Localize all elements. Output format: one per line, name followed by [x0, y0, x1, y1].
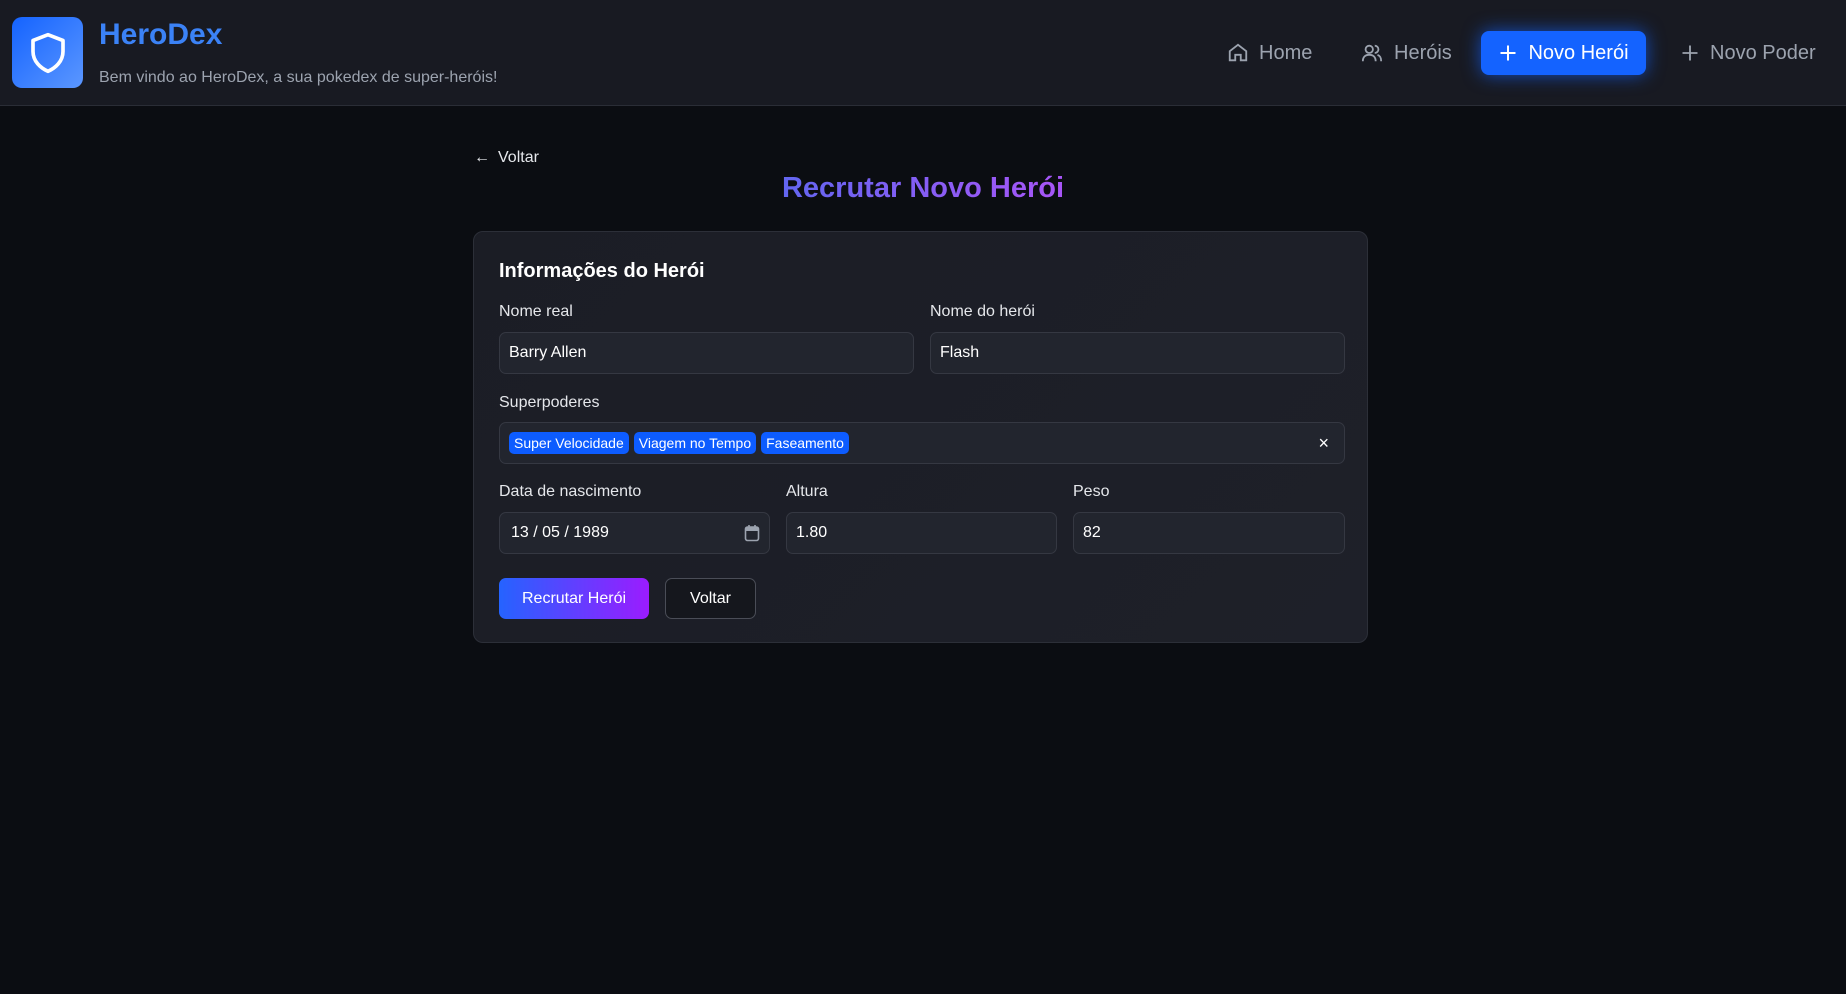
powers-multiselect[interactable]: Super Velocidade Viagem no Tempo Faseame… — [499, 422, 1345, 464]
users-icon — [1361, 44, 1383, 62]
nav-label: Home — [1259, 41, 1313, 64]
birth-label: Data de nascimento — [499, 483, 642, 500]
height-input[interactable]: 1.80 — [786, 512, 1057, 554]
birth-date-input[interactable]: 13 / 05 / 1989 — [499, 512, 770, 554]
nav-home[interactable]: Home — [1213, 31, 1326, 75]
home-icon — [1228, 43, 1248, 62]
hero-name-label: Nome do herói — [930, 303, 1035, 320]
power-chip[interactable]: Faseamento — [761, 432, 849, 454]
app-tagline: Bem vindo ao HeroDex, a sua pokedex de s… — [99, 69, 498, 86]
cancel-button[interactable]: Voltar — [665, 578, 756, 619]
height-label: Altura — [786, 483, 828, 500]
hero-name-input[interactable]: Flash — [930, 332, 1345, 374]
arrow-left-icon: ← — [474, 149, 490, 166]
birth-value: 13 / 05 / 1989 — [511, 524, 609, 541]
nav-label: Novo Poder — [1710, 41, 1816, 64]
nav-novo-heroi[interactable]: Novo Herói — [1481, 31, 1646, 75]
nav-label: Novo Herói — [1528, 41, 1629, 64]
back-label: Voltar — [498, 149, 539, 166]
weight-label: Peso — [1073, 483, 1110, 500]
form-heading: Informações do Herói — [499, 260, 705, 282]
hero-form-card: Informações do Herói Nome real Barry All… — [473, 231, 1368, 643]
nav-herois[interactable]: Heróis — [1346, 31, 1466, 75]
calendar-icon[interactable] — [744, 524, 760, 542]
nav-label: Heróis — [1394, 41, 1452, 64]
plus-icon — [1682, 45, 1698, 61]
powers-label: Superpoderes — [499, 394, 600, 411]
recruit-hero-button[interactable]: Recrutar Herói — [499, 578, 649, 619]
real-name-label: Nome real — [499, 303, 573, 320]
weight-input[interactable]: 82 — [1073, 512, 1345, 554]
power-chip[interactable]: Viagem no Tempo — [633, 432, 757, 454]
real-name-input[interactable]: Barry Allen — [499, 332, 914, 374]
shield-logo-icon — [12, 17, 83, 88]
plus-icon — [1500, 45, 1516, 61]
app-title: HeroDex — [99, 18, 223, 51]
nav-novo-poder[interactable]: Novo Poder — [1666, 31, 1830, 75]
app-header: HeroDex Bem vindo ao HeroDex, a sua poke… — [0, 0, 1846, 106]
page-title: Recrutar Novo Herói — [781, 172, 1064, 204]
power-chip[interactable]: Super Velocidade — [509, 432, 629, 454]
back-link[interactable]: ← Voltar — [474, 149, 539, 167]
clear-icon[interactable]: × — [1318, 433, 1329, 454]
